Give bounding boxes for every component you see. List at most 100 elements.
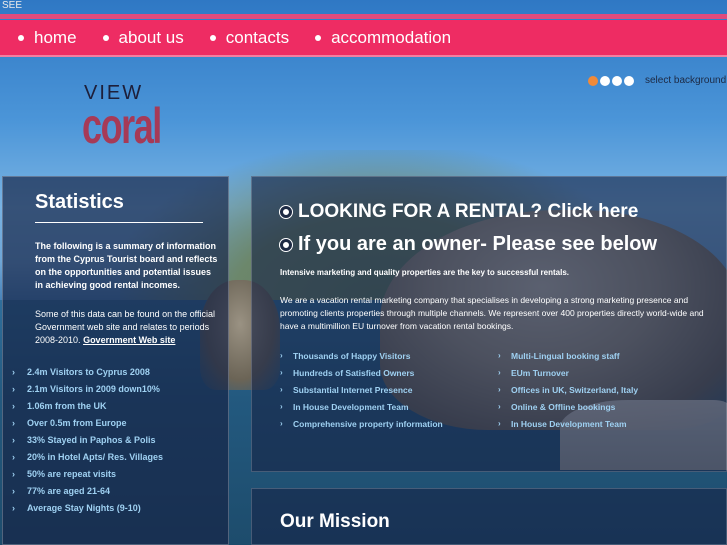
arrow-icon: › bbox=[12, 417, 15, 428]
nav-home[interactable]: home bbox=[18, 28, 77, 48]
statistics-title: Statistics bbox=[35, 191, 124, 213]
list-item-text: 2.1m Visitors in 2009 down10% bbox=[27, 383, 160, 394]
feature-link[interactable]: › EUm Turnover bbox=[498, 364, 716, 381]
divider bbox=[35, 222, 203, 223]
arrow-icon: › bbox=[12, 485, 15, 496]
arrow-icon: › bbox=[498, 351, 501, 360]
nav-label: about us bbox=[118, 27, 184, 47]
feature-link[interactable]: › Offices in UK, Switzerland, Italy bbox=[498, 381, 716, 398]
statistics-intro: The following is a summary of informatio… bbox=[35, 241, 218, 290]
features-list: › Thousands of Happy Visitors › Hundreds o… bbox=[280, 347, 716, 432]
background-option-3[interactable] bbox=[612, 75, 622, 86]
government-website-link[interactable]: Government Web site bbox=[83, 335, 175, 345]
list-item-text: 1.06m from the UK bbox=[27, 400, 107, 411]
arrow-icon: › bbox=[280, 385, 283, 394]
tagline: Intensive marketing and quality properti… bbox=[280, 268, 569, 277]
list-item: › 50% are repeat visits bbox=[12, 465, 220, 482]
statistics-list: › 2.4m Visitors to Cyprus 2008 › 2.1m Visi… bbox=[12, 363, 220, 516]
nav-accommodation[interactable]: accommodation bbox=[315, 28, 451, 48]
feature-link[interactable]: › In House Development Team bbox=[280, 398, 498, 415]
list-item-text: 33% Stayed in Paphos & Polis bbox=[27, 434, 156, 445]
feature-text: Thousands of Happy Visitors bbox=[293, 350, 411, 361]
feature-text: Comprehensive property information bbox=[293, 418, 443, 429]
arrow-icon: › bbox=[280, 419, 283, 428]
main-nav: home about us contacts accommodation bbox=[0, 20, 727, 57]
list-item-text: Average Stay Nights (9-10) bbox=[27, 502, 141, 513]
statistics-note: Some of this data can be found on the of… bbox=[35, 308, 220, 347]
feature-text: Multi-Lingual booking staff bbox=[511, 350, 620, 361]
features-column-right: › Multi-Lingual booking staff › EUm Turnov… bbox=[498, 347, 716, 432]
arrow-icon: › bbox=[12, 400, 15, 411]
feature-text: In House Development Team bbox=[511, 418, 627, 429]
nav-about-us[interactable]: about us bbox=[102, 27, 184, 48]
owner-cta-text: If you are an owner- Please see below bbox=[298, 233, 658, 255]
feature-text: Offices in UK, Switzerland, Italy bbox=[511, 384, 639, 395]
list-item-text: 2.4m Visitors to Cyprus 2008 bbox=[27, 366, 150, 377]
arrow-icon: › bbox=[498, 368, 501, 377]
bullet-icon bbox=[209, 34, 216, 41]
feature-link[interactable]: › In House Development Team bbox=[498, 415, 716, 432]
feature-link[interactable]: › Multi-Lingual booking staff bbox=[498, 347, 716, 364]
bullet-icon bbox=[102, 34, 109, 41]
arrow-icon: › bbox=[498, 402, 501, 411]
feature-text: EUm Turnover bbox=[511, 367, 569, 378]
feature-text: Substantial Internet Presence bbox=[293, 384, 413, 395]
list-item-text: 50% are repeat visits bbox=[27, 468, 117, 479]
list-item-text: Over 0.5m from Europe bbox=[27, 417, 127, 428]
background-selector: select background bbox=[588, 75, 726, 86]
bullet-icon bbox=[18, 34, 24, 41]
list-item: › 77% are aged 21-64 bbox=[12, 482, 220, 499]
bullet-icon bbox=[315, 34, 322, 41]
logo-line-2: coral bbox=[82, 98, 162, 154]
arrow-icon: › bbox=[12, 468, 15, 479]
nav-label: contacts bbox=[225, 27, 290, 47]
company-description: We are a vacation rental marketing compa… bbox=[280, 295, 704, 331]
mission-panel: Our Mission bbox=[251, 488, 727, 545]
feature-text: Hundreds of Satisfied Owners bbox=[293, 367, 415, 378]
features-column-left: › Thousands of Happy Visitors › Hundreds o… bbox=[280, 347, 498, 432]
feature-text: In House Development Team bbox=[293, 401, 409, 412]
feature-link[interactable]: › Thousands of Happy Visitors bbox=[280, 347, 498, 364]
background-option-2[interactable] bbox=[600, 75, 610, 86]
arrow-icon: › bbox=[12, 383, 15, 394]
arrow-icon: › bbox=[12, 366, 15, 377]
arrow-icon: › bbox=[498, 385, 501, 394]
feature-link[interactable]: › Hundreds of Satisfied Owners bbox=[280, 364, 498, 381]
list-item: › 1.06m from the UK bbox=[12, 397, 220, 414]
feature-link[interactable]: › Online & Offline bookings bbox=[498, 398, 716, 415]
arrow-icon: › bbox=[280, 402, 283, 411]
nav-contacts[interactable]: contacts bbox=[209, 27, 290, 48]
statistics-panel: Statistics The following is a summary of… bbox=[2, 176, 229, 545]
list-item: › 2.4m Visitors to Cyprus 2008 bbox=[12, 363, 220, 380]
radio-bullet-icon bbox=[280, 206, 292, 218]
nav-label: home bbox=[34, 27, 77, 47]
background-option-4[interactable] bbox=[624, 75, 634, 86]
background-selector-label: select background bbox=[645, 75, 727, 86]
list-item: › 33% Stayed in Paphos & Polis bbox=[12, 431, 220, 448]
mission-title: Our Mission bbox=[280, 511, 390, 532]
feature-link[interactable]: › Substantial Internet Presence bbox=[280, 381, 498, 398]
nav-label: accommodation bbox=[331, 27, 452, 47]
radio-bullet-icon bbox=[280, 238, 292, 251]
list-item: › 2.1m Visitors in 2009 down10% bbox=[12, 380, 220, 397]
top-stripe bbox=[0, 14, 727, 19]
arrow-icon: › bbox=[280, 351, 283, 360]
feature-text: Online & Offline bookings bbox=[511, 401, 616, 412]
arrow-icon: › bbox=[12, 502, 15, 513]
rental-cta-text: LOOKING FOR A RENTAL? Click here bbox=[298, 201, 639, 222]
list-item-text: 20% in Hotel Apts/ Res. Villages bbox=[27, 451, 164, 462]
arrow-icon: › bbox=[498, 419, 501, 428]
arrow-icon: › bbox=[280, 368, 283, 377]
site-logo[interactable]: VIEW coral bbox=[82, 83, 192, 154]
list-item: › Over 0.5m from Europe bbox=[12, 414, 220, 431]
corner-text: SEE bbox=[2, 0, 23, 11]
list-item: › 20% in Hotel Apts/ Res. Villages bbox=[12, 448, 220, 465]
background-option-1[interactable] bbox=[588, 75, 598, 86]
main-content-panel: LOOKING FOR A RENTAL? Click here If you … bbox=[251, 176, 727, 472]
list-item: › Average Stay Nights (9-10) bbox=[12, 499, 220, 516]
arrow-icon: › bbox=[12, 434, 15, 445]
arrow-icon: › bbox=[12, 451, 15, 462]
owner-cta-link[interactable]: If you are an owner- Please see below bbox=[280, 233, 716, 256]
feature-link[interactable]: › Comprehensive property information bbox=[280, 415, 498, 432]
rental-cta-link[interactable]: LOOKING FOR A RENTAL? Click here bbox=[280, 201, 716, 223]
